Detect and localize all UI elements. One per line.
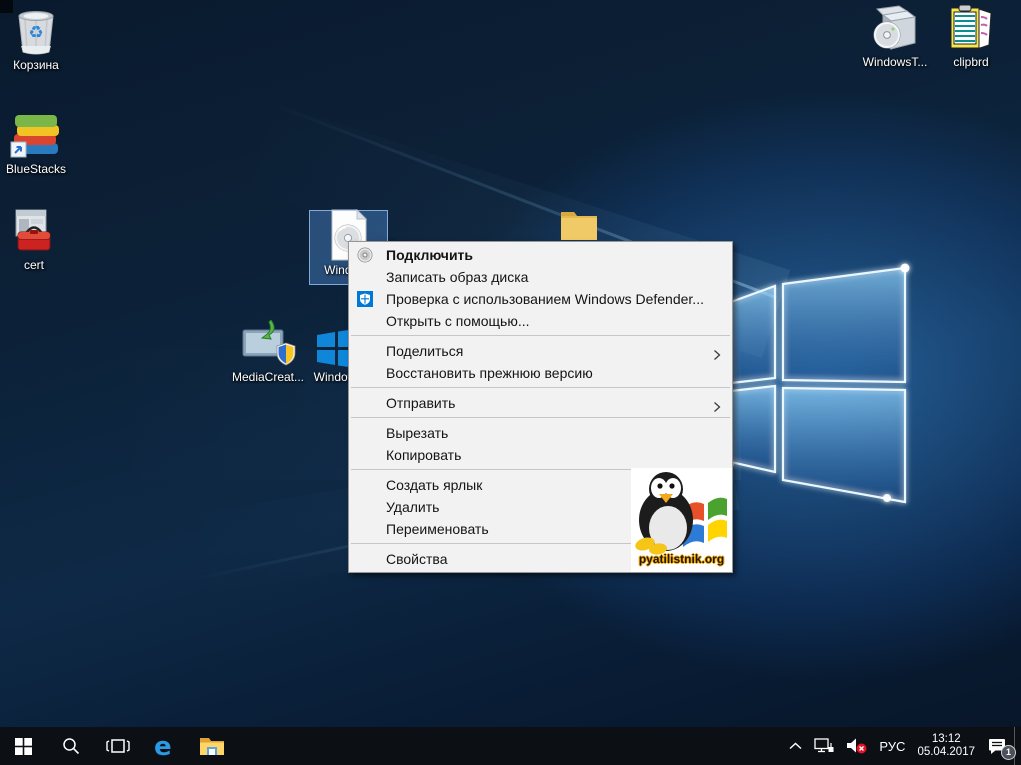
submenu-arrow-icon — [713, 397, 721, 419]
file-explorer-button[interactable] — [188, 727, 235, 765]
menu-item-label: Удалить — [386, 499, 439, 515]
desktop-icon-label: BlueStacks — [0, 163, 74, 176]
desktop-icon-windows-toolkit[interactable]: WindowsT... — [853, 3, 937, 69]
menu-item-label: Создать ярлык — [386, 477, 482, 493]
menu-separator — [351, 417, 730, 418]
desktop-icon-label: WindowsT... — [853, 56, 937, 69]
volume-muted-icon — [846, 738, 867, 754]
tray-network[interactable] — [808, 727, 840, 765]
start-button[interactable] — [0, 727, 47, 765]
search-icon — [62, 737, 80, 755]
menu-item-scan-with-defender[interactable]: Проверка с использованием Windows Defend… — [349, 288, 732, 310]
penguin-logo-icon — [631, 468, 732, 558]
windows-start-icon — [15, 738, 32, 755]
desktop-icon-recycle-bin[interactable]: ♻ Корзина — [0, 6, 74, 72]
installer-box-icon — [853, 3, 937, 53]
menu-item-burn-disc-image[interactable]: Записать образ диска — [349, 266, 732, 288]
menu-item-share[interactable]: Поделиться — [349, 340, 732, 362]
file-explorer-icon — [199, 735, 225, 757]
windows-hero-logo — [700, 240, 930, 525]
svg-text:e: e — [154, 732, 172, 760]
menu-separator — [351, 335, 730, 336]
system-tray: РУС 13:12 05.04.2017 1 — [783, 727, 1021, 765]
svg-text:♻: ♻ — [28, 23, 43, 43]
menu-item-mount[interactable]: Подключить — [349, 244, 732, 266]
desktop-icon-label: cert — [0, 259, 72, 272]
menu-item-label: Проверка с использованием Windows Defend… — [386, 291, 704, 307]
menu-separator — [351, 387, 730, 388]
edge-browser-button[interactable]: e — [141, 727, 188, 765]
desktop-icon-label: clipbrd — [929, 56, 1013, 69]
menu-item-label: Переименовать — [386, 521, 489, 537]
toolbox-icon — [0, 206, 72, 256]
menu-item-label: Копировать — [386, 447, 461, 463]
network-icon — [814, 738, 834, 754]
clock-time: 13:12 — [917, 733, 975, 746]
folder-icon[interactable] — [559, 208, 599, 242]
menu-item-restore-previous-version[interactable]: Восстановить прежнюю версию — [349, 362, 732, 384]
menu-item-label: Вырезать — [386, 425, 448, 441]
menu-item-label: Открыть с помощью... — [386, 313, 530, 329]
desktop-icon-clipbrd[interactable]: clipbrd — [929, 3, 1013, 69]
menu-item-label: Восстановить прежнюю версию — [386, 365, 593, 381]
menu-item-send-to[interactable]: Отправить — [349, 392, 732, 414]
menu-item-label: Отправить — [386, 395, 455, 411]
task-view-icon — [106, 738, 130, 754]
action-center-button[interactable]: 1 — [981, 727, 1014, 765]
defender-icon — [357, 291, 373, 307]
menu-item-label: Записать образ диска — [386, 269, 528, 285]
context-menu: Подключить Записать образ диска Проверка… — [348, 241, 733, 573]
menu-item-cut[interactable]: Вырезать — [349, 422, 732, 444]
disc-icon — [357, 247, 373, 263]
tray-chevron-up[interactable] — [783, 727, 808, 765]
recycle-bin-icon: ♻ — [0, 6, 74, 56]
edge-icon: e — [152, 732, 178, 760]
desktop-icon-label: Корзина — [0, 59, 74, 72]
watermark-text: pyatilistnik.org — [631, 552, 732, 566]
desktop-icon-cert[interactable]: cert — [0, 206, 72, 272]
clipboard-icon — [929, 3, 1013, 53]
desktop: ♻ Корзина BlueStacks — [0, 0, 1021, 765]
menu-item-open-with[interactable]: Открыть с помощью... — [349, 310, 732, 332]
chevron-up-icon — [789, 742, 802, 750]
notification-badge: 1 — [1001, 745, 1016, 760]
bluestacks-icon — [0, 110, 74, 160]
show-desktop-button[interactable] — [1014, 727, 1021, 765]
desktop-icon-bluestacks[interactable]: BlueStacks — [0, 110, 74, 176]
taskbar: e — [0, 727, 1021, 765]
search-button[interactable] — [47, 727, 94, 765]
language-indicator[interactable]: РУС — [873, 727, 911, 765]
tray-volume-muted[interactable] — [840, 727, 873, 765]
menu-item-copy[interactable]: Копировать — [349, 444, 732, 466]
menu-item-label: Свойства — [386, 551, 447, 567]
menu-item-label: Подключить — [386, 247, 473, 263]
clock-date: 05.04.2017 — [917, 746, 975, 759]
task-view-button[interactable] — [94, 727, 141, 765]
watermark-image: pyatilistnik.org — [631, 468, 732, 572]
tray-clock[interactable]: 13:12 05.04.2017 — [911, 727, 981, 765]
menu-item-label: Поделиться — [386, 343, 463, 359]
